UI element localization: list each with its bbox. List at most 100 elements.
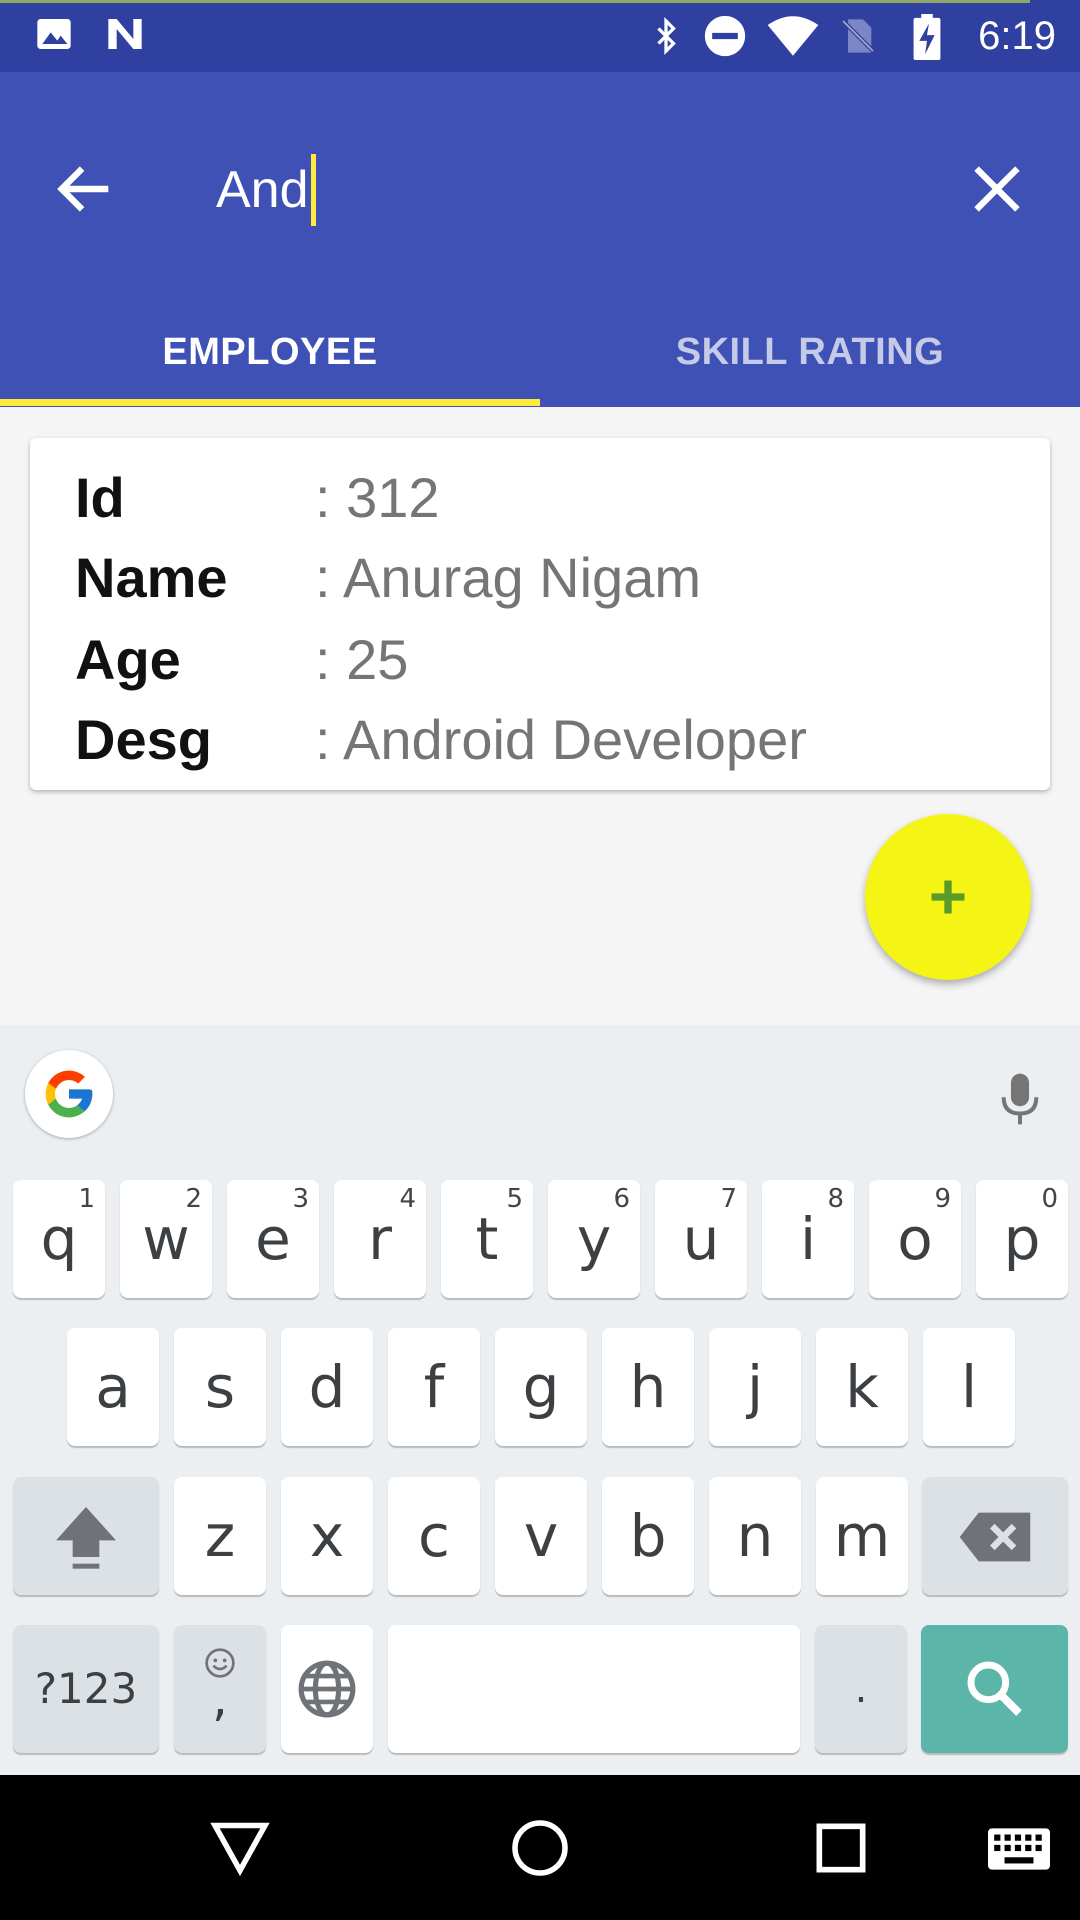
key-d[interactable]: d [281,1328,373,1446]
key-char: m [833,1502,891,1570]
search-key[interactable] [921,1625,1068,1753]
bluetooth-icon [657,17,676,55]
microphone-icon[interactable] [998,1070,1042,1128]
tab-indicator [0,399,540,406]
key-j[interactable]: j [709,1328,801,1446]
google-g-icon [45,1070,93,1118]
key-char: n [736,1502,774,1570]
key-k[interactable]: k [816,1328,908,1446]
clock: 6:19 [978,14,1056,58]
symbols-key[interactable]: ?123 [13,1625,159,1753]
key-char: v [523,1502,559,1570]
key-t[interactable]: t5 [441,1180,533,1298]
key-l[interactable]: l [923,1328,1015,1446]
arrow-back-icon [57,166,109,212]
employee-card[interactable]: Id : 312 Name : Anurag Nigam Age : 25 De… [30,438,1050,790]
field-value: : 312 [315,466,440,529]
google-search-button[interactable] [25,1050,113,1138]
n-logo-icon [108,19,142,49]
field-value: : 25 [315,628,409,691]
field-label: Name [75,546,228,609]
emoji-comma-key[interactable]: , [174,1625,266,1753]
key-h[interactable]: h [602,1328,694,1446]
key-char: a [95,1353,131,1421]
key-char: . [854,1666,868,1712]
field-label: Id [75,466,125,529]
search-icon [967,1661,1022,1716]
key-m[interactable]: m [816,1477,908,1595]
key-a[interactable]: a [67,1328,159,1446]
period-key[interactable]: . [815,1625,907,1753]
key-c[interactable]: c [388,1477,480,1595]
field-label: Desg [75,708,212,771]
field-value: : Anurag Nigam [315,546,701,609]
keyboard-switch-icon[interactable] [988,1827,1050,1871]
status-progress-line [0,0,1030,3]
key-e[interactable]: e3 [227,1180,319,1298]
wifi-icon [767,16,819,56]
shift-key[interactable] [13,1477,159,1595]
navigation-bar [0,1775,1080,1920]
battery-charging-icon [913,14,941,60]
key-p[interactable]: p0 [976,1180,1068,1298]
plus-icon [931,880,965,914]
key-hint: 9 [934,1184,951,1214]
key-w[interactable]: w2 [120,1180,212,1298]
nav-recents-icon[interactable] [815,1822,867,1874]
key-char: ?123 [34,1664,138,1713]
clear-search-button[interactable] [962,154,1032,224]
tab-bar: EMPLOYEE SKILL RATING [0,302,1080,407]
field-value: : Android Developer [315,708,807,771]
backspace-icon [959,1512,1031,1562]
key-hint: 4 [399,1184,416,1214]
no-sim-icon [841,19,875,53]
shift-arrow-icon [56,1507,116,1569]
search-input[interactable]: And [216,152,916,228]
field-label: Age [75,628,181,691]
key-char: j [746,1353,764,1421]
key-hint: 8 [827,1184,844,1214]
search-query-text: And [216,161,309,219]
tab-skill-rating[interactable]: SKILL RATING [540,302,1080,407]
key-char: g [522,1353,560,1421]
key-u[interactable]: u7 [655,1180,747,1298]
back-button[interactable] [50,154,120,224]
add-button[interactable] [865,814,1031,980]
nav-back-icon[interactable] [210,1820,270,1876]
key-char: h [629,1353,667,1421]
key-n[interactable]: n [709,1477,801,1595]
key-v[interactable]: v [495,1477,587,1595]
key-i[interactable]: i8 [762,1180,854,1298]
key-x[interactable]: x [281,1477,373,1595]
text-cursor [310,154,316,226]
key-char: z [204,1502,236,1570]
key-z[interactable]: z [174,1477,266,1595]
key-hint: 0 [1041,1184,1058,1214]
space-bar[interactable] [388,1625,800,1753]
key-char: x [309,1502,345,1570]
status-bar: 6:19 [0,0,1080,72]
key-g[interactable]: g [495,1328,587,1446]
key-char: b [629,1502,667,1570]
key-hint: 3 [292,1184,309,1214]
key-f[interactable]: f [388,1328,480,1446]
key-o[interactable]: o9 [869,1180,961,1298]
key-hint: 7 [720,1184,737,1214]
key-s[interactable]: s [174,1328,266,1446]
key-hint: 2 [185,1184,202,1214]
key-char: k [845,1353,879,1421]
keyboard: q1 w2 e3 r4 t5 y6 u7 i8 o9 p0 a s d f g … [0,1025,1080,1775]
key-q[interactable]: q1 [13,1180,105,1298]
key-char: d [308,1353,346,1421]
tab-employee[interactable]: EMPLOYEE [0,302,540,407]
key-b[interactable]: b [602,1477,694,1595]
app-bar: And EMPLOYEE SKILL RATING [0,72,1080,407]
language-key[interactable] [281,1625,373,1753]
key-char: f [423,1353,445,1421]
key-y[interactable]: y6 [548,1180,640,1298]
comma-char: , [212,1669,228,1727]
key-hint: 1 [78,1184,95,1214]
key-r[interactable]: r4 [334,1180,426,1298]
backspace-key[interactable] [922,1477,1068,1595]
nav-home-icon[interactable] [510,1818,570,1878]
